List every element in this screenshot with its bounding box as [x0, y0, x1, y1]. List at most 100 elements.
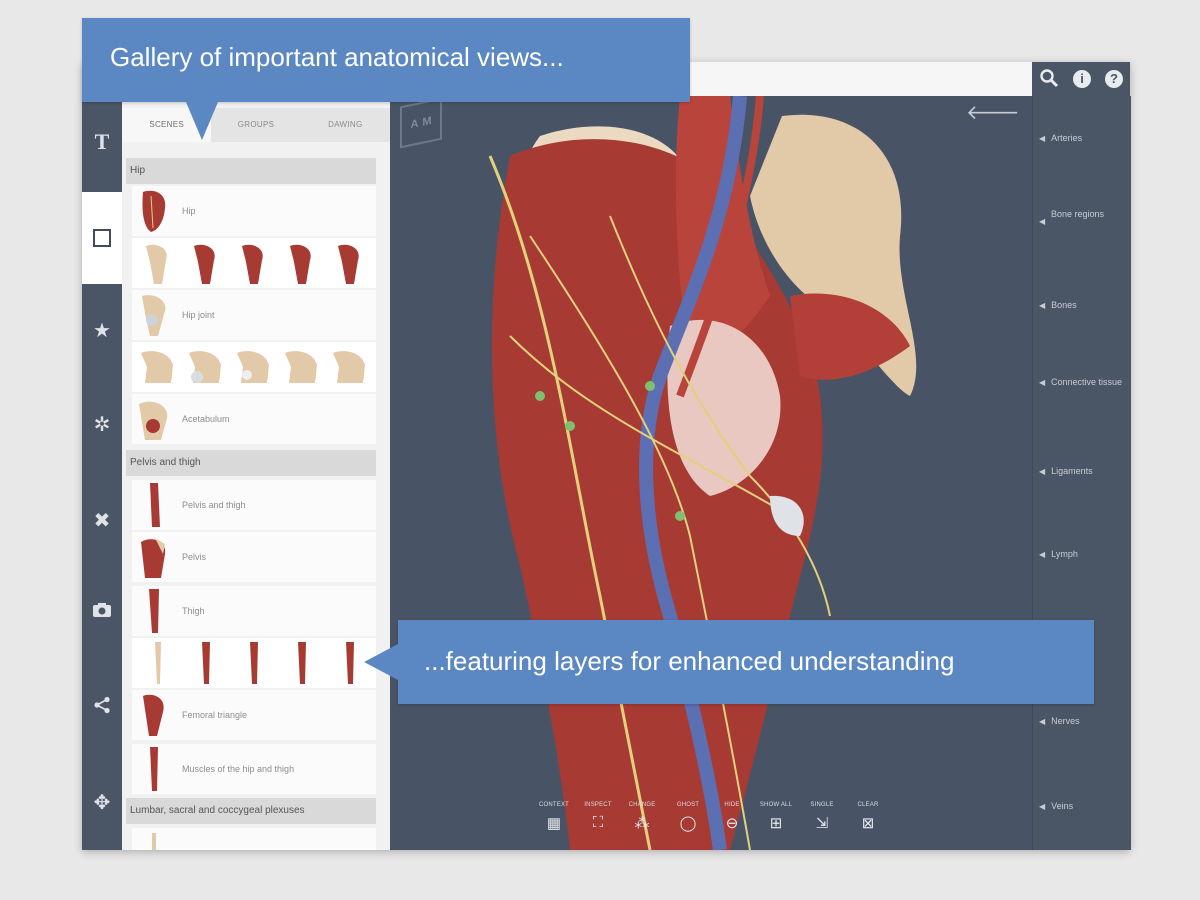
share-tool[interactable]	[82, 662, 122, 754]
tab-drawing[interactable]: DAWING	[301, 108, 390, 142]
gallery-tabs: SCENES GROUPS DAWING	[122, 108, 390, 142]
layers-panel: ◀ Arteries ◀ Bone regions ◀ Bones ◀ Connecti…	[1032, 96, 1131, 850]
chevron-left-icon: ◀	[1039, 378, 1046, 387]
chevron-left-icon: ◀	[1039, 301, 1046, 310]
list-item-label: Acetabulum	[182, 414, 230, 424]
layer-label: Veins	[1051, 801, 1074, 811]
back-arrow-icon[interactable]: 🡐	[966, 102, 1030, 124]
layer-bones[interactable]: ◀ Bones	[1039, 299, 1125, 312]
thumbnail	[132, 187, 176, 235]
move-icon: ✥	[93, 791, 111, 814]
list-item-label: Muscles of the hip and thigh	[182, 764, 295, 774]
list-item[interactable]: Muscles of the hip and thigh	[132, 744, 376, 794]
thumbnail[interactable]	[184, 639, 228, 687]
list-item[interactable]: Hip joint	[132, 290, 376, 340]
gallery-tool[interactable]	[82, 192, 122, 284]
inspect-button[interactable]: INSPECT ⛶	[574, 802, 622, 831]
tools-tool[interactable]: ✖	[82, 474, 122, 566]
top-icons: i ?	[1032, 62, 1130, 96]
list-item[interactable]: Pelvis and thigh	[132, 480, 376, 530]
cube-letter: A	[410, 117, 419, 132]
list-item[interactable]: Thigh	[132, 586, 376, 636]
favorites-tool[interactable]: ★	[82, 284, 122, 376]
tool-label: CLEAR	[857, 802, 879, 808]
anatomy-model	[488, 96, 917, 850]
single-button[interactable]: SINGLE ⇲	[798, 802, 846, 832]
callout-text: ...featuring layers for enhanced underst…	[424, 646, 955, 676]
camera-icon	[92, 601, 112, 624]
thumbnail[interactable]	[328, 239, 372, 287]
list-item-label: Thigh	[182, 606, 205, 616]
layer-nerves[interactable]: ◀ Nerves	[1039, 715, 1125, 728]
thumbnail[interactable]	[184, 343, 228, 391]
hide-button[interactable]: HIDE ⊖	[708, 802, 756, 832]
3d-viewport[interactable]	[390, 96, 1032, 850]
layer-ligaments[interactable]: ◀ Ligaments	[1039, 465, 1125, 478]
chevron-left-icon: ◀	[1039, 802, 1046, 811]
callout-text: Gallery of important anatomical views...	[110, 42, 564, 72]
clear-button[interactable]: CLEAR ⊠	[844, 802, 892, 832]
context-button[interactable]: CONTEXT ▦	[530, 802, 578, 832]
thumbnail-strip	[132, 238, 376, 288]
change-button[interactable]: CHANGE ⁂	[618, 802, 666, 832]
list-item-label: Femoral triangle	[182, 710, 248, 720]
star-icon: ★	[93, 319, 111, 342]
change-icon: ⁂	[634, 815, 650, 832]
list-item[interactable]: Hip	[132, 186, 376, 236]
list-item-label: Hip	[182, 206, 196, 216]
layer-label: Connective tissue	[1051, 377, 1123, 387]
info-icon[interactable]: i	[1073, 70, 1091, 88]
callout-layers: ...featuring layers for enhanced underst…	[364, 620, 1094, 704]
gear-icon: ✲	[93, 413, 111, 436]
cube-letter: M	[422, 114, 432, 129]
layer-lymph[interactable]: ◀ Lymph	[1039, 548, 1125, 561]
list-item[interactable]: Pelvis	[132, 532, 376, 582]
layer-label: Bone regions	[1051, 209, 1105, 219]
thumbnail	[132, 291, 176, 339]
tool-label: INSPECT	[584, 802, 612, 808]
thumbnail	[132, 691, 176, 739]
move-tool[interactable]: ✥	[82, 756, 122, 848]
context-icon: ▦	[546, 815, 562, 832]
thumbnail[interactable]	[232, 639, 276, 687]
layer-arteries[interactable]: ◀ Arteries	[1039, 132, 1125, 145]
orientation-cube[interactable]: A M	[400, 97, 442, 149]
layer-veins[interactable]: ◀ Veins	[1039, 800, 1125, 813]
thumbnail	[132, 587, 176, 635]
tab-groups[interactable]: GROUPS	[211, 108, 300, 142]
thumbnail[interactable]	[280, 343, 324, 391]
list-item-label: Hip joint	[182, 310, 215, 320]
hide-icon: ⊖	[725, 815, 739, 832]
layer-label: Lymph	[1051, 549, 1078, 559]
thumbnail[interactable]	[280, 239, 324, 287]
search-icon[interactable]	[1039, 68, 1059, 91]
ghost-button[interactable]: GHOST ◯	[664, 802, 712, 832]
text-tool[interactable]: T	[82, 96, 122, 188]
camera-tool[interactable]	[82, 566, 122, 658]
layer-bone-regions[interactable]: ◀ Bone regions	[1039, 208, 1125, 226]
text-icon: T	[94, 129, 110, 154]
settings-tool[interactable]: ✲	[82, 378, 122, 470]
thumbnail[interactable]	[280, 639, 324, 687]
clear-icon: ⊠	[861, 815, 875, 832]
list-item[interactable]	[132, 828, 376, 850]
thumbnail-strip	[132, 342, 376, 392]
show-all-button[interactable]: SHOW ALL ⊞	[752, 802, 800, 832]
thumbnail[interactable]	[136, 639, 180, 687]
share-icon	[93, 696, 111, 720]
list-item[interactable]: Acetabulum	[132, 394, 376, 444]
thumbnail[interactable]	[232, 239, 276, 287]
thumbnail[interactable]	[184, 239, 228, 287]
thumbnail[interactable]	[136, 343, 180, 391]
tool-label: SHOW ALL	[759, 802, 793, 808]
section-header: Pelvis and thigh	[126, 450, 376, 476]
thumbnail	[132, 816, 176, 850]
help-icon[interactable]: ?	[1105, 70, 1123, 88]
layer-connective-tissue[interactable]: ◀ Connective tissue	[1039, 376, 1125, 389]
thumbnail[interactable]	[232, 343, 276, 391]
section-header: Hip	[126, 158, 376, 184]
layer-label: Bones	[1051, 300, 1077, 310]
thumbnail[interactable]	[136, 239, 180, 287]
list-item[interactable]: Femoral triangle	[132, 690, 376, 740]
thumbnail[interactable]	[328, 343, 372, 391]
